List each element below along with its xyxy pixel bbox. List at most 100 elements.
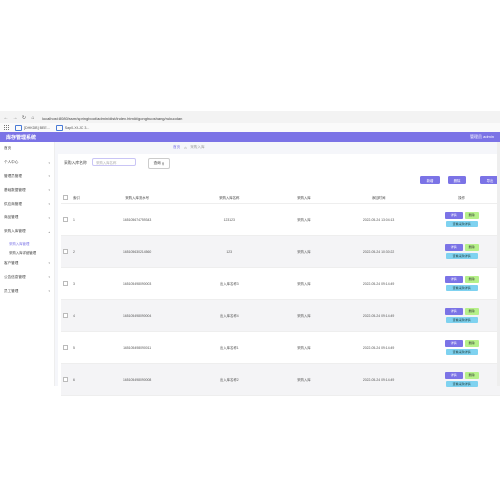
- col-name-header[interactable]: 采购入库名称: [184, 191, 274, 203]
- search-button[interactable]: 查询 ⚲: [148, 158, 170, 169]
- table-row: 2 165105630214560 123 采购入库 2022-05-24 10…: [61, 236, 500, 268]
- select-all-checkbox[interactable]: [61, 191, 71, 203]
- row-delete-button[interactable]: 删除: [464, 340, 479, 347]
- detail-button[interactable]: 详情: [444, 308, 463, 315]
- view-detail-button[interactable]: 查看采购详情: [445, 348, 478, 355]
- app-title: 库存管理系统: [6, 134, 37, 141]
- row-checkbox[interactable]: [61, 332, 71, 363]
- breadcrumb-home[interactable]: 首页: [173, 145, 180, 150]
- col-ops-header: 操作: [458, 195, 466, 200]
- sidebar-item-suppliers[interactable]: 供应商管理 ▾: [0, 197, 54, 211]
- row-type: 采购入库: [297, 346, 311, 350]
- row-actions: 详情 删除 查看采购详情: [423, 236, 500, 267]
- row-checkbox[interactable]: [61, 300, 71, 331]
- forward-arrow-icon[interactable]: →: [12, 115, 18, 121]
- row-checkbox[interactable]: [61, 268, 71, 299]
- chevron-down-icon: ▾: [48, 160, 50, 165]
- chevron-up-icon: ▴: [48, 229, 50, 234]
- bookmark-item[interactable]: Sap0-Xf-JC 3...: [55, 124, 89, 131]
- app-header: 库存管理系统 管理员 admin: [0, 132, 500, 142]
- view-detail-button[interactable]: 查看采购详情: [445, 316, 478, 323]
- row-code: 165105498090004: [123, 313, 152, 318]
- search-label: 采购入库名称: [64, 161, 87, 165]
- chevron-down-icon: ▾: [48, 261, 50, 266]
- chevron-down-icon: ▾: [48, 275, 50, 280]
- data-table: 索引 采购入库流水号 采购入库名称 采购入库 添加时间 操作 1 1651056…: [61, 191, 500, 396]
- row-delete-button[interactable]: 删除: [464, 212, 479, 219]
- row-name: 出入库名称2: [219, 378, 239, 382]
- row-actions: 详情 删除 查看采购详情: [423, 364, 500, 395]
- row-checkbox[interactable]: [61, 204, 71, 235]
- row-checkbox[interactable]: [61, 364, 71, 395]
- view-detail-button[interactable]: 查看采购详情: [445, 252, 478, 259]
- detail-button[interactable]: 详情: [444, 340, 463, 347]
- search-icon: ⚲: [161, 161, 165, 166]
- sidebar-item-profile[interactable]: 个人中心 ▾: [0, 156, 54, 170]
- detail-button[interactable]: 详情: [444, 212, 463, 219]
- detail-button[interactable]: 详情: [444, 372, 463, 379]
- view-detail-button[interactable]: 查看采购详情: [445, 220, 478, 227]
- table-body: 1 165105674759343 123123 采购入库 2022-05-24…: [61, 204, 500, 396]
- row-checkbox[interactable]: [61, 236, 71, 267]
- sidebar-subitem-purchase-detail[interactable]: 采购入库详细管理: [0, 248, 54, 257]
- delete-button[interactable]: 删除: [448, 176, 466, 184]
- sidebar-item-admins[interactable]: 管理员管理 ▾: [0, 170, 54, 184]
- row-code: 165105674759343: [123, 217, 152, 222]
- col-code-header[interactable]: 采购入库流水号: [90, 191, 185, 203]
- row-code: 165105498090003: [123, 281, 152, 286]
- home-icon: ⌂: [184, 144, 187, 150]
- row-delete-button[interactable]: 删除: [464, 372, 479, 379]
- sidebar-item-purchase[interactable]: 采购入库管理 ▴: [0, 225, 54, 239]
- row-time: 2022-05-24 13:04:13: [362, 217, 395, 222]
- sidebar-item-staff[interactable]: 员工管理 ▾: [0, 284, 54, 298]
- sidebar-item-home[interactable]: 首页: [0, 142, 54, 156]
- row-name: 出入库名称4: [219, 314, 239, 318]
- reload-icon[interactable]: ↻: [21, 115, 27, 121]
- sidebar-item-notices[interactable]: 公告信息管理 ▾: [0, 270, 54, 284]
- row-name: 123123: [223, 217, 235, 222]
- row-delete-button[interactable]: 删除: [464, 276, 479, 283]
- breadcrumb-current: 采购入库: [190, 145, 205, 149]
- row-time: 2022-05-24 09:14:49: [362, 281, 395, 286]
- chevron-down-icon: ▾: [48, 202, 50, 207]
- row-time: 2022-05-24 09:14:49: [362, 377, 395, 382]
- add-button[interactable]: 新增: [420, 176, 440, 184]
- col-type-header[interactable]: 采购入库: [274, 191, 334, 203]
- view-detail-button[interactable]: 查看采购详情: [445, 284, 478, 291]
- table-row: 5 165105498090011 出入库名称1 采购入库 2022-05-24…: [61, 332, 500, 364]
- row-index: 6: [72, 377, 75, 382]
- folder-icon: [15, 124, 22, 131]
- row-index: 4: [72, 313, 75, 318]
- sidebar-item-goods[interactable]: 商品管理 ▾: [0, 211, 54, 225]
- admin-label[interactable]: 管理员 admin: [470, 134, 494, 140]
- back-arrow-icon[interactable]: ←: [3, 115, 9, 121]
- detail-button[interactable]: 详情: [444, 276, 463, 283]
- row-index: 2: [72, 249, 75, 254]
- bookmark-item[interactable]: [DHKDB] BEE...: [15, 124, 50, 131]
- table-row: 6 165105498090008 出入库名称2 采购入库 2022-05-24…: [61, 364, 500, 396]
- row-delete-button[interactable]: 删除: [464, 244, 479, 251]
- row-name: 出入库名称3: [219, 282, 239, 286]
- chevron-down-icon: ▾: [48, 215, 50, 220]
- chevron-down-icon: ▾: [48, 289, 50, 294]
- apps-grid-icon[interactable]: [4, 125, 9, 130]
- row-index: 5: [72, 345, 75, 350]
- sidebar: 首页 个人中心 ▾ 管理员管理 ▾ 基础数据管理 ▾ 供应商管理 ▾ 商品管理 ▾ 采购入…: [0, 142, 55, 386]
- col-index-header: 索引: [72, 195, 80, 200]
- row-type: 采购入库: [297, 218, 311, 222]
- home-icon[interactable]: ⌂: [30, 115, 36, 121]
- chevron-down-icon: ▾: [48, 174, 50, 179]
- row-delete-button[interactable]: 删除: [464, 308, 479, 315]
- row-actions: 详情 删除 查看采购详情: [423, 268, 500, 299]
- view-detail-button[interactable]: 查看采购详情: [445, 380, 478, 387]
- address-bar[interactable]: localhost:8080/ssm/springboot/admin/dist…: [42, 116, 182, 121]
- row-actions: 详情 删除 查看采购详情: [423, 300, 500, 331]
- sidebar-item-customers[interactable]: 客户管理 ▾: [0, 257, 54, 271]
- detail-button[interactable]: 详情: [444, 244, 463, 251]
- row-time: 2022-05-24 10:30:22: [362, 249, 395, 254]
- sidebar-item-base-data[interactable]: 基础数据管理 ▾: [0, 183, 54, 197]
- row-code: 165105498090008: [123, 377, 152, 382]
- sidebar-subitem-purchase[interactable]: 采购入库管理: [0, 239, 54, 248]
- col-time-header[interactable]: 添加时间: [334, 191, 424, 203]
- search-input[interactable]: 采购入库名称: [92, 158, 136, 166]
